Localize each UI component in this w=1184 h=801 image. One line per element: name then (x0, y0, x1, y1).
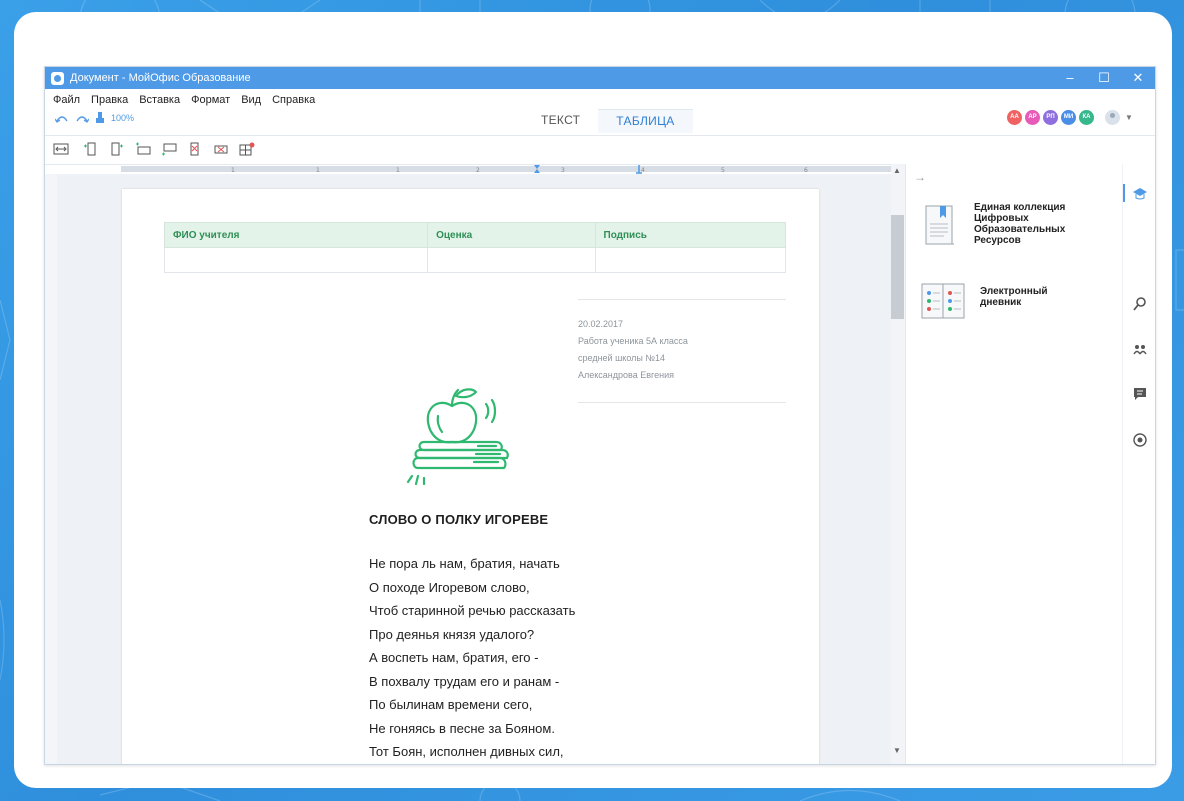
document-bookmark-icon (925, 205, 954, 245)
search-icon[interactable] (1132, 296, 1148, 312)
apple-books-icon (406, 388, 509, 486)
poem-line: По былинам времени сего, (369, 697, 533, 712)
horizontal-ruler: 1 1 1 2 3 4 5 6 (121, 165, 891, 174)
tab-text[interactable]: ТЕКСТ (523, 109, 598, 133)
comment-icon[interactable] (1132, 386, 1148, 402)
menu-view[interactable]: Вид (241, 94, 261, 106)
scrollbar-thumb[interactable] (891, 215, 904, 319)
student-info-line: Работа ученика 5А класса (578, 336, 688, 346)
table-cell[interactable] (594, 247, 786, 273)
table-header-cell[interactable]: ФИО учителя (163, 222, 429, 248)
table-header-cell[interactable]: Подпись (594, 222, 786, 248)
poem-line: Про деянья князя удалого? (369, 626, 535, 642)
avatar[interactable]: РП (1043, 110, 1058, 125)
title-bar: Документ - МойОфис Образование – ☐ ✕ (45, 67, 1155, 89)
scroll-down-icon[interactable]: ▼ (893, 746, 901, 755)
document-canvas: ФИО учителя Оценка Подпись 20.02.2017 Ра… (57, 174, 891, 764)
minimize-button[interactable]: – (1053, 67, 1087, 89)
insert-column-right-icon[interactable] (109, 142, 125, 156)
document-page[interactable]: ФИО учителя Оценка Подпись 20.02.2017 Ра… (122, 189, 819, 764)
doc-date: 20.02.2017 (578, 319, 624, 329)
poem-line: О походе Игоревом слово, (369, 579, 530, 595)
ruler-label: 3 (561, 167, 565, 174)
user-account-icon[interactable] (1105, 110, 1120, 125)
rail-selection-indicator (1123, 184, 1125, 202)
insert-row-above-icon[interactable] (135, 142, 151, 156)
poem-line: Не гоняясь в песне за Бояном. (369, 720, 555, 736)
table-header-cell[interactable]: Оценка (427, 222, 596, 248)
poem-line: В похвалу трудам его и ранам - (369, 673, 560, 689)
panel-item-resources[interactable]: Единая коллекция Цифровых Образовательны… (920, 202, 1084, 250)
close-button[interactable]: ✕ (1121, 67, 1155, 89)
ribbon-tabs: ТЕКСТ ТАБЛИЦА (523, 109, 693, 133)
ruler-label: 5 (721, 167, 725, 174)
merge-cells-icon[interactable] (53, 142, 69, 156)
ruler-label: 1 (316, 167, 320, 174)
avatar[interactable]: КА (1079, 110, 1094, 125)
poem-line: Тот Боян, исполнен дивных сил, (369, 744, 564, 759)
poem-body: Не пора ль нам, братия, начать О походе … (369, 552, 575, 764)
menu-format[interactable]: Формат (191, 94, 230, 106)
grade-table[interactable]: ФИО учителя Оценка Подпись (163, 222, 786, 273)
app-logo-icon (51, 71, 64, 85)
undo-icon[interactable] (55, 114, 69, 123)
side-rail (1122, 164, 1155, 764)
tab-table[interactable]: ТАБЛИЦА (598, 109, 693, 133)
vertical-scrollbar[interactable]: ▲ ▼ (891, 164, 905, 764)
side-panel: → Единая коллекция Цифровых Образователь… (905, 164, 1123, 764)
menu-insert[interactable]: Вставка (139, 94, 180, 106)
delete-column-icon[interactable] (187, 142, 203, 156)
avatar[interactable]: АР (1025, 110, 1040, 125)
quick-access-bar: 100% (55, 112, 134, 124)
diary-icon (921, 283, 965, 319)
student-info-line: средней школы №14 (578, 353, 666, 363)
menu-bar: Файл Правка Вставка Формат Вид Справка (53, 94, 315, 106)
ruler-label: 1 (231, 167, 235, 174)
insert-row-below-icon[interactable] (161, 142, 177, 156)
panel-item-label: Единая коллекция Цифровых Образовательны… (974, 202, 1066, 246)
collapse-panel-icon[interactable]: → (914, 170, 926, 184)
poem-line: Чтоб старинной речью рассказать (369, 603, 576, 618)
student-info-line: Александрова Евгения (578, 370, 674, 380)
app-window: Документ - МойОфис Образование – ☐ ✕ Фай… (44, 66, 1156, 765)
student-info: 20.02.2017 Работа ученика 5А класса сред… (578, 299, 786, 403)
insert-column-left-icon[interactable] (83, 142, 99, 156)
panel-item-diary[interactable]: Электронный дневник (920, 282, 1090, 320)
scroll-up-icon[interactable]: ▲ (893, 166, 901, 175)
brush-icon[interactable] (95, 112, 105, 124)
poem-title: СЛОВО О ПОЛКУ ИГОРЕВЕ (369, 512, 549, 527)
zoom-level[interactable]: 100% (111, 113, 134, 123)
redo-icon[interactable] (75, 114, 89, 123)
menu-help[interactable]: Справка (272, 94, 315, 106)
table-cell[interactable] (163, 247, 429, 273)
table-toolbar (45, 135, 1155, 165)
ruler-label: 6 (804, 167, 808, 174)
delete-row-icon[interactable] (213, 142, 229, 156)
table-cell[interactable] (427, 247, 596, 273)
avatar[interactable]: АА (1007, 110, 1022, 125)
menu-file[interactable]: Файл (53, 94, 80, 106)
chevron-down-icon[interactable]: ▼ (1125, 113, 1133, 122)
users-icon[interactable] (1132, 342, 1148, 358)
target-icon[interactable] (1132, 432, 1148, 448)
ruler-label: 2 (476, 167, 480, 174)
poem-line: Не пора ль нам, братия, начать (369, 556, 560, 571)
ruler-label: 1 (396, 167, 400, 174)
delete-table-icon[interactable] (239, 142, 255, 156)
panel-item-label: Электронный дневник (980, 286, 1048, 308)
avatar[interactable]: МИ (1061, 110, 1076, 125)
collaborators: АА АР РП МИ КА ▼ (1007, 110, 1133, 125)
maximize-button[interactable]: ☐ (1087, 67, 1121, 89)
graduation-cap-icon[interactable] (1132, 186, 1148, 202)
poem-line: А воспеть нам, братия, его - (369, 650, 539, 665)
menu-edit[interactable]: Правка (91, 94, 128, 106)
window-title: Документ - МойОфис Образование (70, 72, 251, 84)
